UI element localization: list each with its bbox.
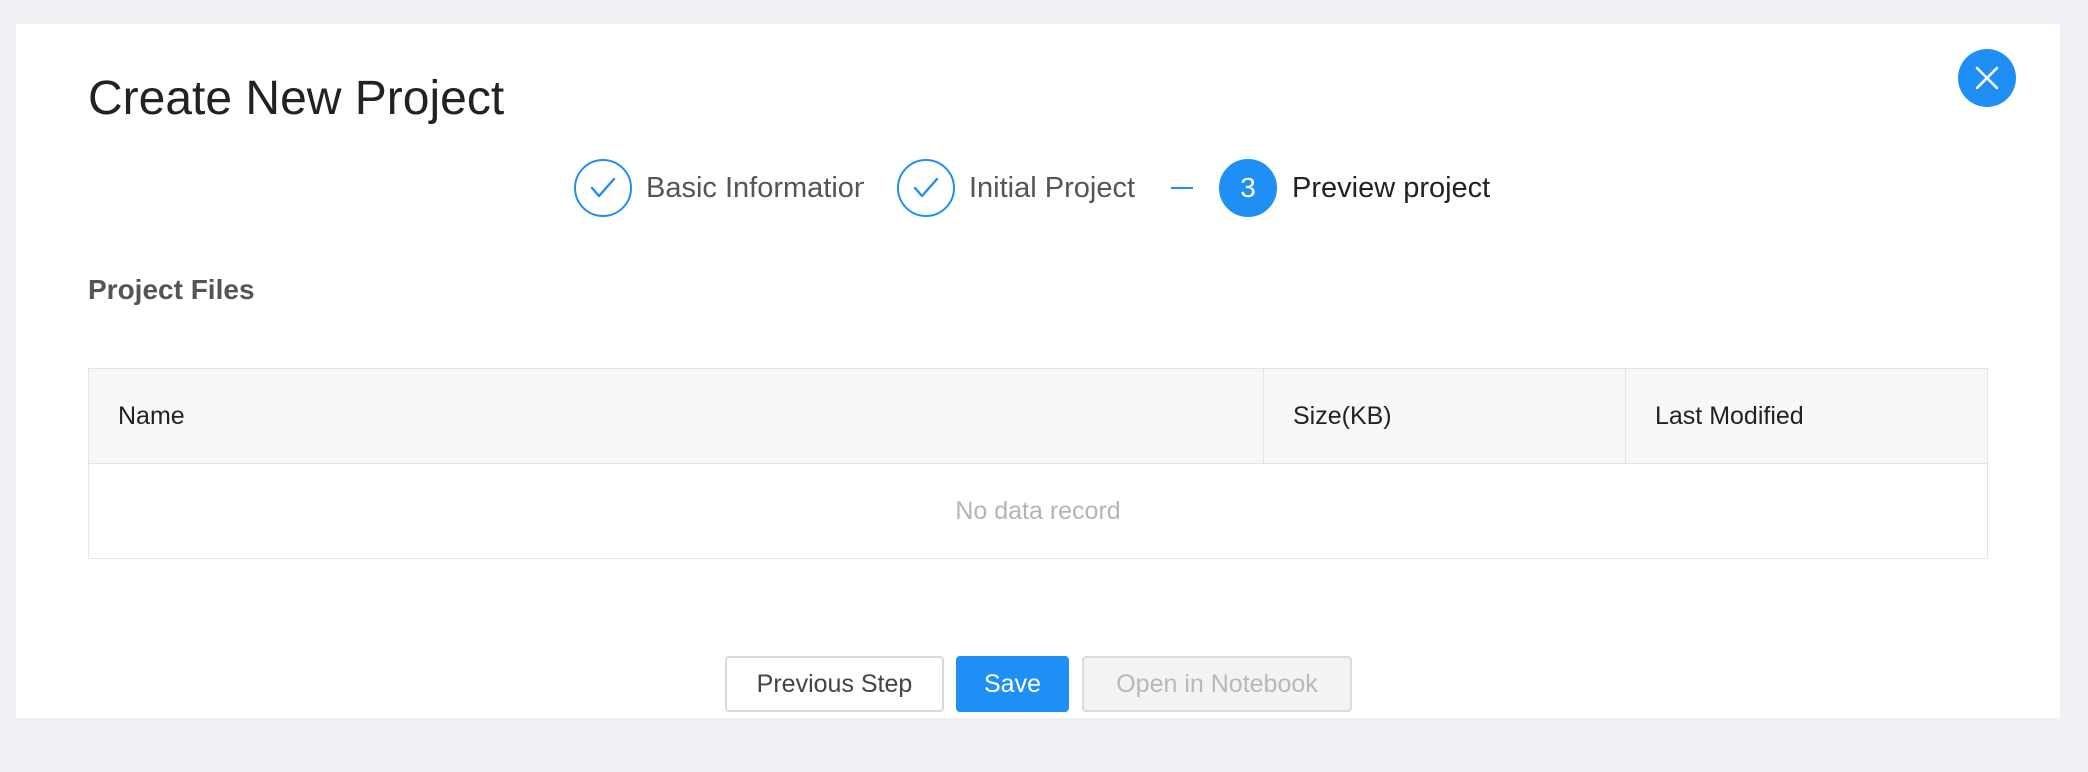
previous-step-button[interactable]: Previous Step [725, 656, 944, 712]
dialog-title: Create New Project [88, 72, 505, 125]
step-1-check-circle [574, 159, 632, 217]
step-3-number-circle: 3 [1219, 159, 1277, 217]
create-project-dialog: Create New Project Basic Information Ini… [16, 24, 2060, 718]
open-in-notebook-button: Open in Notebook [1082, 656, 1352, 712]
column-header-size: Size(KB) [1263, 369, 1625, 463]
step-3-label: Preview project [1292, 172, 1491, 204]
step-1-label: Basic Information [646, 172, 864, 204]
section-title-project-files: Project Files [88, 274, 255, 305]
column-header-name: Name [118, 401, 185, 430]
project-files-table: Name Size(KB) Last Modified No data reco… [88, 368, 1988, 559]
close-button[interactable] [1958, 49, 2016, 107]
check-icon [913, 177, 939, 198]
step-2-check-circle [897, 159, 955, 217]
empty-state-text: No data record [955, 496, 1121, 525]
column-header-last-modified: Last Modified [1625, 369, 1987, 463]
check-icon [590, 177, 616, 198]
step-connector [1171, 187, 1193, 189]
step-2-label: Initial Project [969, 172, 1136, 204]
close-icon [1975, 66, 1999, 90]
table-header: Name Size(KB) Last Modified [89, 369, 1987, 464]
save-button[interactable]: Save [956, 656, 1069, 712]
